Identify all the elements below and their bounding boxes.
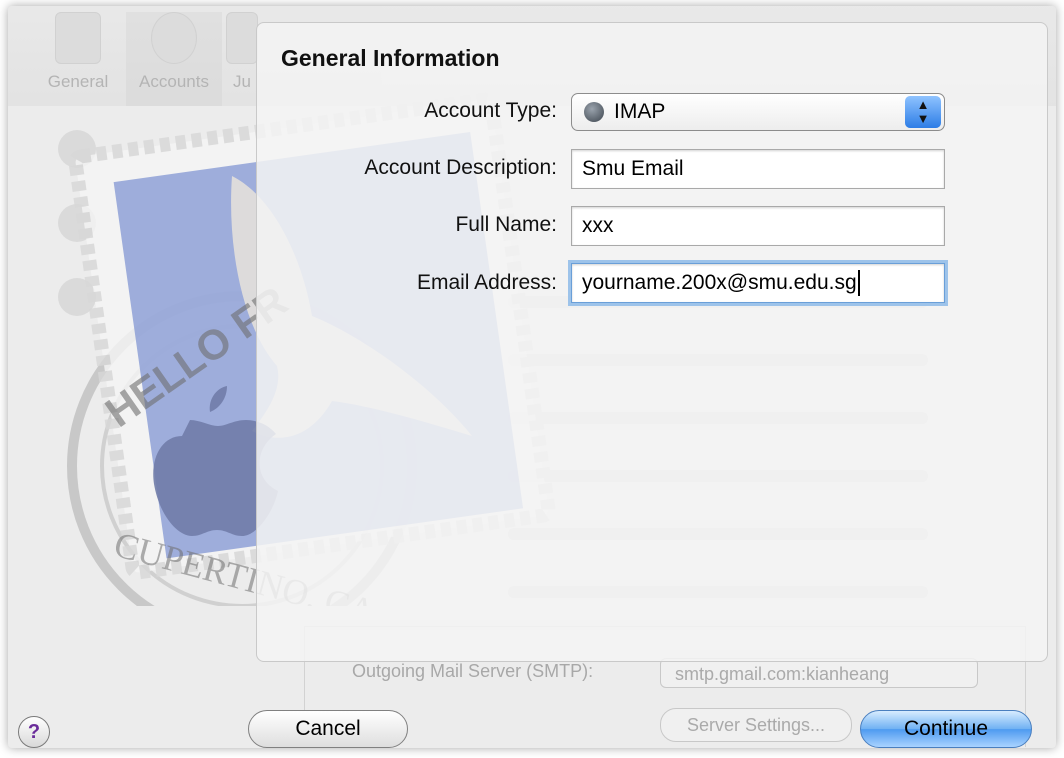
account-description-value: Smu Email (582, 157, 684, 180)
cancel-button[interactable]: Cancel (248, 710, 408, 748)
smtp-label: Outgoing Mail Server (SMTP): (352, 661, 594, 681)
account-description-label: Account Description: (364, 156, 557, 179)
toolbar-general: General (30, 12, 126, 92)
email-address-value: yourname.200x@smu.edu.sg (582, 271, 857, 294)
email-address-label: Email Address: (416, 271, 557, 294)
continue-button[interactable]: Continue (860, 710, 1032, 748)
panel-title: General Information (281, 45, 500, 71)
full-name-value: xxx (582, 214, 614, 237)
help-button[interactable]: ? (18, 716, 50, 748)
account-type-popup[interactable]: IMAP ▲ ▼ (571, 93, 945, 131)
account-description-field[interactable]: Smu Email (571, 149, 945, 189)
switch-icon (55, 12, 101, 64)
full-name-label: Full Name: (455, 213, 557, 236)
mail-preferences-window: General Accounts Ju Outgoing Mail Server… (8, 6, 1056, 748)
general-information-panel: General Information Account Type: IMAP ▲… (256, 22, 1048, 662)
full-name-field[interactable]: xxx (571, 206, 945, 246)
smtp-server-select: smtp.gmail.com:kianheang (660, 658, 978, 688)
email-address-field[interactable]: yourname.200x@smu.edu.sg (571, 263, 945, 303)
server-settings-button: Server Settings... (660, 708, 852, 742)
popup-arrows-icon: ▲ ▼ (905, 96, 941, 128)
text-caret (857, 270, 860, 297)
globe-icon (584, 102, 604, 122)
junk-icon (226, 12, 258, 64)
account-type-value: IMAP (614, 100, 666, 123)
at-sign-icon (151, 12, 197, 64)
account-type-label: Account Type: (424, 99, 557, 122)
